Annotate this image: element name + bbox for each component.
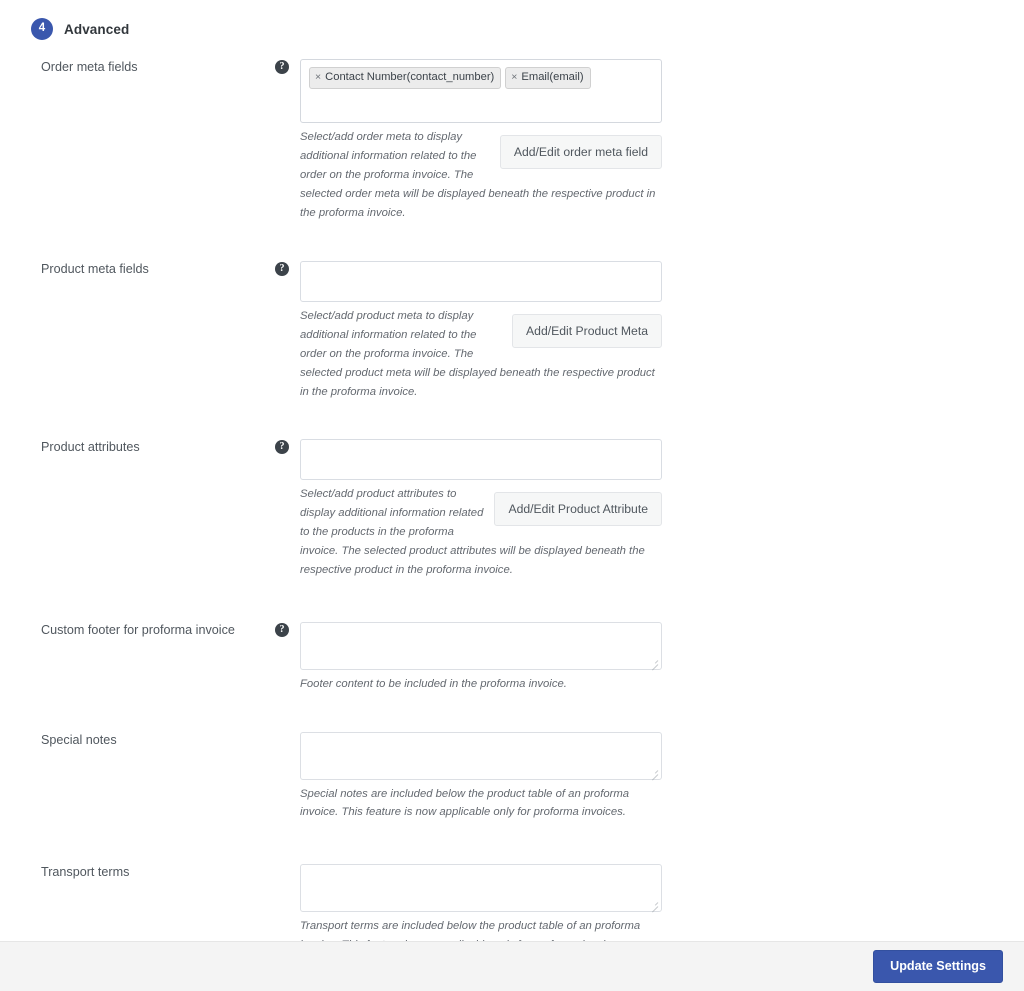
settings-row-special-notes: Special notes Special notes are included … — [0, 731, 1024, 823]
selected-token[interactable]: × Email(email) — [505, 67, 591, 90]
section-header: 4 Advanced — [0, 16, 1024, 42]
field-label: Order meta fields — [41, 60, 138, 74]
textarea-input[interactable] — [300, 731, 662, 780]
field-description: Special notes are included below the pro… — [300, 787, 630, 819]
settings-row-order-meta-fields: Order meta fields? × Contact Number(contac… — [0, 59, 1024, 223]
multiselect-token-input[interactable] — [300, 260, 662, 302]
field-control-column: Footer content to be included in the pro… — [300, 621, 662, 694]
resize-handle-icon[interactable] — [648, 657, 659, 668]
field-description-area: Add/Edit order meta field Select/add orde… — [300, 128, 662, 223]
advanced-settings-panel: 4 Advanced Order meta fields? × Contact Nu… — [0, 0, 1024, 951]
add-edit-button[interactable]: Add/Edit Product Attribute — [494, 491, 662, 526]
settings-page: 4 Advanced Order meta fields? × Contact Nu… — [0, 0, 1024, 991]
help-icon[interactable]: ? — [275, 622, 289, 637]
field-label: Special notes — [41, 732, 117, 747]
resize-handle-icon[interactable] — [648, 899, 659, 910]
settings-row-product-meta-fields: Product meta fields? Add/Edit Product Met… — [0, 260, 1024, 402]
field-label: Transport terms — [41, 865, 130, 880]
token-label: Email(email) — [521, 71, 584, 83]
resize-handle-icon[interactable] — [648, 767, 659, 778]
add-edit-button[interactable]: Add/Edit order meta field — [499, 135, 662, 170]
help-icon[interactable]: ? — [275, 60, 289, 74]
field-description-area: Add/Edit Product Meta Select/add product … — [300, 307, 662, 402]
update-settings-button[interactable]: Update Settings — [873, 950, 1003, 983]
add-edit-button[interactable]: Add/Edit Product Meta — [512, 313, 662, 349]
field-control-column: Add/Edit Product Meta Select/add product … — [300, 260, 662, 402]
field-label: Product attributes — [41, 439, 140, 454]
settings-row-product-attributes: Product attributes? Add/Edit Product Attr… — [0, 438, 1024, 580]
field-description: Footer content to be included in the pro… — [300, 677, 567, 690]
remove-token-icon[interactable]: × — [511, 72, 517, 83]
page-footer: Update Settings — [0, 941, 1024, 991]
remove-token-icon[interactable]: × — [315, 72, 321, 83]
field-description-area: Footer content to be included in the pro… — [300, 675, 662, 694]
selected-token[interactable]: × Contact Number(contact_number) — [309, 67, 502, 90]
textarea-input[interactable] — [300, 864, 662, 913]
field-control-column: × Contact Number(contact_number) × Email(em… — [300, 59, 662, 223]
multiselect-token-input[interactable] — [300, 438, 662, 480]
multiselect-token-input[interactable]: × Contact Number(contact_number) × Email(em… — [300, 59, 662, 123]
page-title: Advanced — [64, 21, 130, 37]
field-description-area: Add/Edit Product Attribute Select/add pro… — [300, 485, 662, 580]
field-control-column: Special notes are included below the pro… — [300, 731, 662, 823]
textarea-input[interactable] — [300, 621, 662, 670]
help-icon[interactable]: ? — [275, 439, 289, 454]
step-number-badge: 4 — [31, 18, 53, 40]
settings-row-custom-footer-for-proforma-invoice: Custom footer for proforma invoice? Foote… — [0, 621, 1024, 694]
token-label: Contact Number(contact_number) — [325, 71, 495, 83]
field-description-area: Special notes are included below the pro… — [300, 785, 662, 823]
field-control-column: Add/Edit Product Attribute Select/add pro… — [300, 438, 662, 580]
settings-field-list: Order meta fields? × Contact Number(contac… — [0, 59, 1024, 991]
field-label: Product meta fields — [41, 261, 149, 276]
help-icon[interactable]: ? — [275, 261, 289, 276]
field-label: Custom footer for proforma invoice — [41, 622, 235, 637]
